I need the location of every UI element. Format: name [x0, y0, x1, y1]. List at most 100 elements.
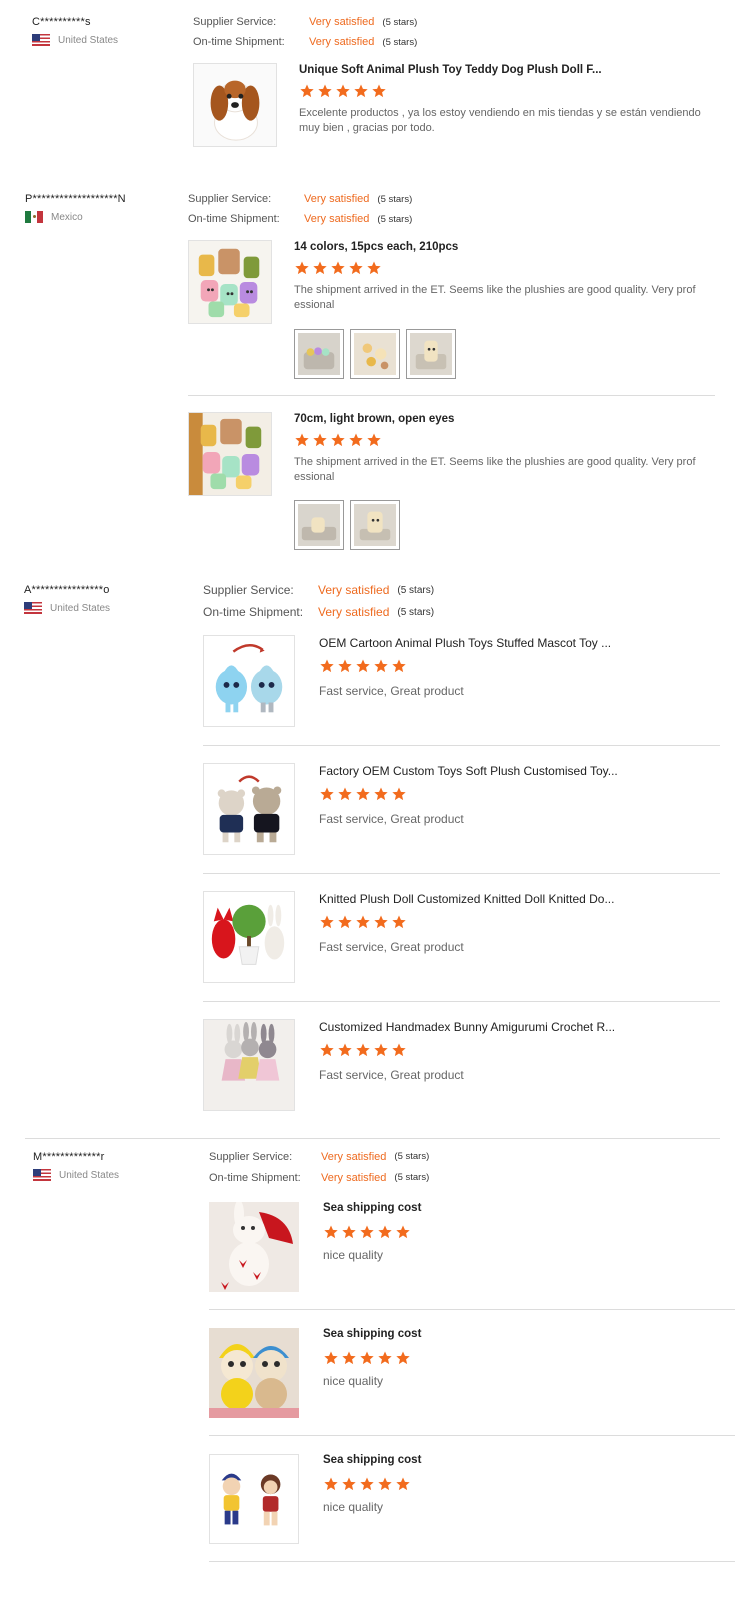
star-rating — [319, 658, 407, 674]
review-photo[interactable] — [294, 500, 344, 550]
rating-summary: Supplier Service: Very satisfied (5 star… — [188, 189, 412, 229]
star-rating — [323, 1224, 411, 1240]
product-thumbnail[interactable] — [209, 1202, 299, 1292]
product-title[interactable]: 70cm, light brown, open eyes — [294, 413, 454, 425]
ontime-shipment-label: On-time Shipment: — [203, 605, 304, 619]
supplier-service-stars: (5 stars) — [394, 1151, 430, 1162]
product-review: 14 colors, 15pcs each, 210pcs The shipme… — [188, 240, 718, 385]
star-rating — [319, 786, 407, 802]
review-divider — [25, 1138, 720, 1139]
product-title[interactable]: 14 colors, 15pcs each, 210pcs — [294, 241, 458, 253]
star-icon — [312, 260, 328, 276]
product-review: OEM Cartoon Animal Plush Toys Stuffed Ma… — [203, 635, 723, 730]
buyer-country: United States — [33, 1169, 119, 1181]
review-text: Excelente productos , ya los estoy vendi… — [299, 107, 701, 134]
supplier-service-label: Supplier Service: — [193, 16, 277, 28]
bear-plush-image — [204, 764, 294, 854]
us-flag-icon — [33, 1169, 51, 1181]
star-icon — [391, 658, 407, 674]
supplier-service-stars: (5 stars) — [382, 16, 418, 28]
star-icon — [377, 1350, 393, 1366]
review-photo[interactable] — [406, 329, 456, 379]
star-icon — [355, 786, 371, 802]
star-icon — [337, 786, 353, 802]
review-photo[interactable] — [294, 329, 344, 379]
rating-summary: Supplier Service: Very satisfied (5 star… — [209, 1146, 429, 1188]
supplier-service-row: Supplier Service: Very satisfied (5 star… — [209, 1146, 429, 1167]
review-photo[interactable] — [350, 329, 400, 379]
supplier-service-label: Supplier Service: — [188, 193, 272, 205]
star-icon — [359, 1476, 375, 1492]
product-title[interactable]: Sea shipping cost — [323, 1328, 421, 1340]
product-title[interactable]: Sea shipping cost — [323, 1202, 421, 1214]
product-review: Knitted Plush Doll Customized Knitted Do… — [203, 891, 723, 986]
buyer-country: Mexico — [25, 211, 126, 223]
ontime-shipment-value: Very satisfied — [304, 213, 370, 225]
product-thumbnail[interactable] — [188, 240, 272, 324]
review-text: Fast service, Great product — [319, 812, 464, 826]
product-review: 70cm, light brown, open eyes The shipmen… — [188, 412, 718, 557]
product-title[interactable]: Sea shipping cost — [323, 1454, 421, 1466]
ontime-shipment-label: On-time Shipment: — [209, 1171, 301, 1184]
item-divider — [209, 1435, 735, 1436]
product-thumbnail[interactable] — [203, 763, 295, 855]
star-rating — [323, 1350, 411, 1366]
star-icon — [355, 1042, 371, 1058]
star-icon — [391, 1042, 407, 1058]
buyer-name: A****************o — [24, 584, 110, 596]
item-divider — [209, 1561, 735, 1562]
review-photo[interactable] — [350, 500, 400, 550]
product-thumbnail[interactable] — [188, 412, 272, 496]
star-icon — [348, 432, 364, 448]
supplier-service-value: Very satisfied — [304, 193, 370, 205]
product-thumbnail[interactable] — [193, 63, 277, 147]
buyer-country: United States — [24, 602, 110, 614]
product-thumbnail[interactable] — [209, 1454, 299, 1544]
star-icon — [366, 260, 382, 276]
star-icon — [337, 914, 353, 930]
review-text: nice quality — [323, 1248, 384, 1262]
review-text: The shipment arrived in the ET. Seems li… — [294, 284, 696, 311]
ontime-shipment-stars: (5 stars) — [377, 213, 413, 225]
star-rating — [299, 83, 387, 99]
star-icon — [391, 914, 407, 930]
star-icon — [337, 1042, 353, 1058]
star-icon — [317, 83, 333, 99]
us-flag-icon — [24, 602, 42, 614]
review-text: The shipment arrived in the ET. Seems li… — [294, 456, 696, 483]
star-icon — [371, 83, 387, 99]
star-icon — [377, 1476, 393, 1492]
item-divider — [203, 745, 720, 746]
ontime-shipment-value: Very satisfied — [309, 36, 375, 48]
star-icon — [359, 1224, 375, 1240]
star-rating — [319, 1042, 407, 1058]
star-icon — [355, 658, 371, 674]
product-title[interactable]: Knitted Plush Doll Customized Knitted Do… — [319, 892, 614, 906]
ontime-shipment-row: On-time Shipment: Very satisfied (5 star… — [193, 32, 417, 52]
review-text: nice quality — [323, 1500, 384, 1514]
star-icon — [391, 786, 407, 802]
product-review: Sea shipping cost nice quality — [209, 1328, 729, 1420]
star-icon — [341, 1476, 357, 1492]
star-icon — [294, 432, 310, 448]
star-rating — [294, 260, 382, 276]
buyer-info: A****************o United States — [24, 584, 110, 614]
product-thumbnail[interactable] — [203, 891, 295, 983]
ontime-shipment-stars: (5 stars) — [397, 606, 435, 618]
product-title[interactable]: Customized Handmadex Bunny Amigurumi Cro… — [319, 1020, 615, 1034]
product-thumbnail[interactable] — [203, 1019, 295, 1111]
product-title[interactable]: Factory OEM Custom Toys Soft Plush Custo… — [319, 764, 618, 778]
supplier-service-row: Supplier Service: Very satisfied (5 star… — [203, 579, 434, 601]
ontime-shipment-row: On-time Shipment: Very satisfied (5 star… — [188, 209, 412, 229]
star-icon — [395, 1476, 411, 1492]
star-icon — [312, 432, 328, 448]
star-icon — [337, 658, 353, 674]
product-title[interactable]: OEM Cartoon Animal Plush Toys Stuffed Ma… — [319, 636, 611, 650]
country-name: United States — [50, 602, 111, 614]
product-title[interactable]: Unique Soft Animal Plush Toy Teddy Dog P… — [299, 64, 602, 76]
item-divider — [203, 873, 720, 874]
review-text: nice quality — [323, 1374, 384, 1388]
star-icon — [395, 1350, 411, 1366]
product-thumbnail[interactable] — [203, 635, 295, 727]
product-thumbnail[interactable] — [209, 1328, 299, 1418]
